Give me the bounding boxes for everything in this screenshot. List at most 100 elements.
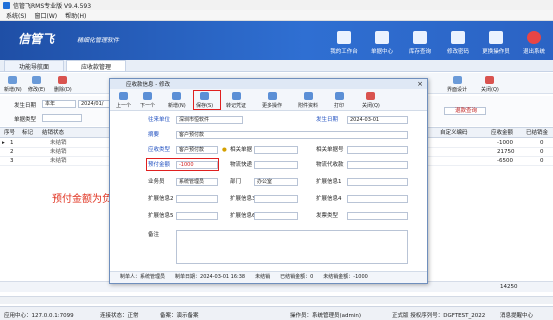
- footer-settled: 已结销金额：0: [280, 274, 314, 280]
- row-pointer: ▸: [2, 140, 5, 146]
- dialog-add-button[interactable]: 新增(N): [168, 91, 186, 110]
- annotation-text: 预付金额为负: [52, 194, 112, 205]
- more-icon: [267, 92, 277, 100]
- date-range-select[interactable]: 本年: [42, 100, 76, 108]
- row-no: 2: [10, 149, 14, 155]
- invoice-label: 发票类型: [316, 213, 339, 219]
- prev-button[interactable]: 上一个: [116, 91, 131, 110]
- next-button[interactable]: 下一个: [140, 91, 155, 110]
- nav-exit[interactable]: 退出系统: [515, 21, 553, 60]
- arrow-right-icon: [143, 92, 152, 100]
- nav-password[interactable]: 修改密码: [439, 21, 477, 60]
- ext5-input[interactable]: [176, 212, 218, 220]
- note-textarea[interactable]: [176, 230, 408, 264]
- edit-button[interactable]: 修改(E): [28, 75, 45, 93]
- ext1-label: 扩展信息1: [316, 179, 342, 185]
- printer-icon: [334, 92, 344, 100]
- dialog-close-button[interactable]: 关闭(Q): [362, 91, 380, 110]
- type-select[interactable]: [42, 114, 82, 122]
- note-label: 备注: [148, 232, 160, 238]
- dialog-close-icon[interactable]: ×: [417, 80, 423, 88]
- close-button[interactable]: 关闭(Q): [481, 75, 499, 93]
- print-button[interactable]: 打印: [334, 91, 344, 110]
- ext2-input[interactable]: [176, 195, 218, 203]
- col-settled: 已结销金: [526, 130, 549, 136]
- status-center: 应用中心：127.0.0.1:7099: [4, 313, 74, 319]
- type-label: 单据类型: [14, 117, 37, 123]
- amount-highlight-box: [146, 158, 219, 171]
- menu-system[interactable]: 系统(S): [6, 11, 27, 20]
- dept-label: 部门: [230, 179, 242, 185]
- menu-window[interactable]: 窗口(W): [35, 11, 58, 20]
- row-status: 未结销: [50, 149, 67, 155]
- date-label: 发生日期: [14, 103, 37, 109]
- receivable-edit-dialog: 应收款信息 - 修改 × 上一个 下一个 新增(N) 保存(S) 转记凭证 更多…: [109, 78, 428, 284]
- col-code: 自定义编码: [440, 130, 468, 136]
- more-button[interactable]: 更多操作: [262, 91, 282, 110]
- delete-button[interactable]: 删除(D): [54, 75, 72, 93]
- window-titlebar: 信管飞RMS专业版 V9.4.593: [0, 0, 553, 10]
- attachment-button[interactable]: 附件资料: [298, 91, 318, 110]
- tracking-input[interactable]: [347, 161, 408, 169]
- row-settled: 0: [540, 158, 544, 164]
- add-button[interactable]: 新增(N): [4, 75, 22, 93]
- col-amount: 应收金额: [491, 130, 514, 136]
- status-edition: 正式版 授权序列号：DGFTEST_2022: [392, 313, 486, 319]
- ext6-label: 扩展信息6: [230, 213, 256, 219]
- lightbulb-icon: ●: [222, 147, 227, 153]
- nav-workbench[interactable]: 我的工作台: [325, 21, 363, 60]
- menu-help[interactable]: 帮助(H): [65, 11, 86, 20]
- user-icon: [489, 31, 503, 44]
- attachment-icon: [303, 92, 313, 100]
- dialog-title: 应收款信息 - 修改: [126, 82, 170, 88]
- company-input[interactable]: 深圳市恒软件: [176, 116, 243, 124]
- ext3-label: 扩展信息3: [230, 196, 256, 202]
- ext1-input[interactable]: [347, 178, 408, 186]
- type-select[interactable]: 客户预付款: [176, 146, 218, 154]
- top-nav: 我的工作台 单据中心 库存查询 修改密码 更换操作员 退出系统: [325, 21, 553, 60]
- close-icon: [366, 92, 376, 100]
- salesman-input[interactable]: 系统管理员: [176, 178, 218, 186]
- ext3-input[interactable]: [254, 195, 298, 203]
- voucher-button[interactable]: 转记凭证: [226, 91, 246, 110]
- related-input[interactable]: [254, 146, 298, 154]
- message-center-link[interactable]: 消息提醒中心: [500, 311, 533, 319]
- date-input[interactable]: 2024-03-01: [347, 116, 408, 124]
- ext6-input[interactable]: [254, 212, 298, 220]
- logistics-label: 物流快递: [230, 162, 253, 168]
- tracking-label: 物流代收款: [316, 162, 344, 168]
- ext5-label: 扩展信息5: [148, 213, 174, 219]
- document-icon: [375, 31, 389, 44]
- tab-nav[interactable]: 功能导航面: [4, 60, 65, 71]
- row-no: 1: [10, 140, 14, 146]
- nav-inventory[interactable]: 库存查询: [401, 21, 439, 60]
- invoice-select[interactable]: [347, 212, 408, 220]
- nav-documents[interactable]: 单据中心: [363, 21, 401, 60]
- layout-icon: [452, 76, 462, 84]
- status-connection: 连接状态：正常: [100, 313, 139, 319]
- tab-receivables[interactable]: 应收款管理: [66, 60, 127, 71]
- date-from-input[interactable]: 2024/01/: [78, 100, 110, 108]
- related-no-input[interactable]: [347, 146, 408, 154]
- edit-icon: [32, 76, 42, 84]
- ext4-label: 扩展信息4: [316, 196, 342, 202]
- add-icon: [8, 76, 18, 84]
- logistics-input[interactable]: [254, 161, 298, 169]
- dialog-footer: 制单人：系统管理员 制单日期：2024-03-01 16:38 未结销 已结销金…: [110, 271, 427, 283]
- nav-switch-user[interactable]: 更换操作员: [477, 21, 515, 60]
- horizontal-scrollbar[interactable]: [0, 296, 553, 304]
- row-settled: 0: [540, 149, 544, 155]
- dept-input[interactable]: 办公室: [254, 178, 298, 186]
- exit-icon: [527, 31, 541, 44]
- lock-icon: [451, 31, 465, 44]
- query-button[interactable]: 退款查询: [444, 107, 486, 115]
- design-button[interactable]: 界面设计: [447, 75, 467, 93]
- ext4-input[interactable]: [347, 195, 408, 203]
- summary-input[interactable]: 客户预付款: [176, 131, 408, 139]
- row-amount: 21750: [497, 149, 515, 155]
- status-operator: 操作员：系统管理员(admin): [290, 313, 362, 319]
- arrow-left-icon: [119, 92, 128, 100]
- delete-icon: [58, 76, 68, 84]
- dialog-titlebar: 应收款信息 - 修改 ×: [110, 79, 427, 89]
- add-icon: [172, 92, 182, 100]
